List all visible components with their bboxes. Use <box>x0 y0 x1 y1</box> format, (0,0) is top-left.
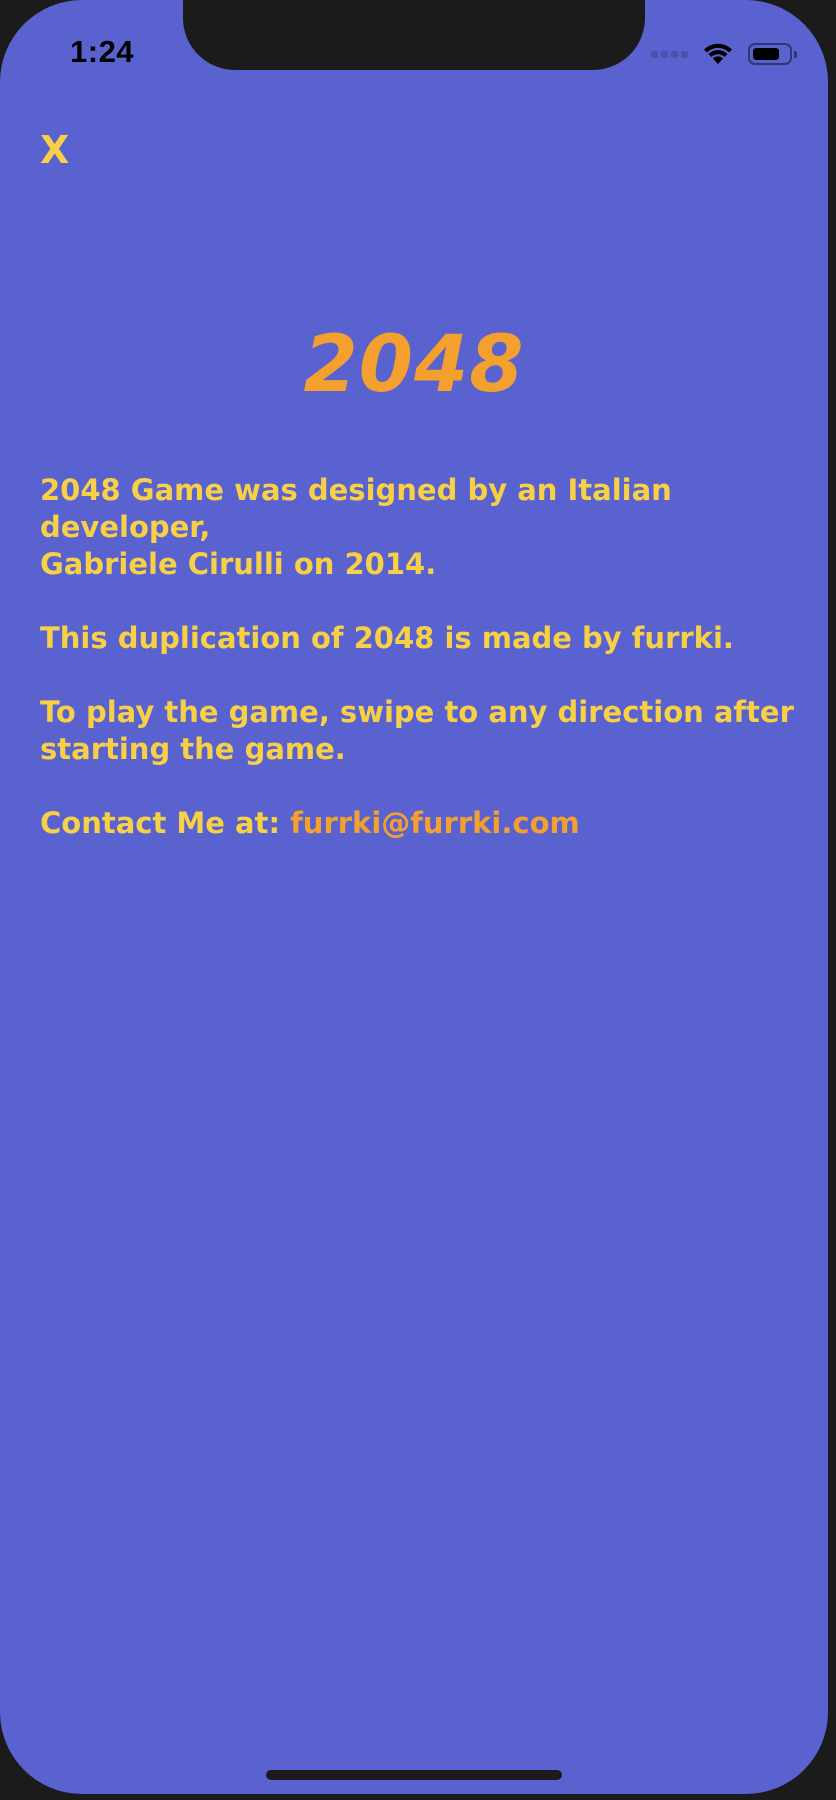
status-time: 1:24 <box>70 34 135 69</box>
device-frame: 1:24 X 2048 2048 Game was designed by an… <box>0 0 836 1800</box>
contact-email-link[interactable]: furrki@furrki.com <box>290 806 580 840</box>
contact-label: Contact Me at: <box>40 806 291 840</box>
credit-paragraph: 2048 Game was designed by an Italian dev… <box>40 473 672 581</box>
instructions-paragraph: To play the game, swipe to any direction… <box>40 695 794 766</box>
contact-line: Contact Me at: furrki@furrki.com <box>40 805 800 842</box>
camera-notch <box>183 0 645 70</box>
page-title: 2048 <box>303 320 525 410</box>
about-screen: 1:24 X 2048 2048 Game was designed by an… <box>0 0 828 1794</box>
close-button[interactable]: X <box>40 120 100 180</box>
battery-icon <box>748 43 797 65</box>
about-description: 2048 Game was designed by an Italian dev… <box>40 472 800 879</box>
home-indicator[interactable] <box>266 1770 562 1780</box>
signal-icon <box>651 50 688 58</box>
wifi-icon <box>702 42 734 66</box>
author-paragraph: This duplication of 2048 is made by furr… <box>40 621 734 655</box>
status-icons <box>651 40 797 68</box>
